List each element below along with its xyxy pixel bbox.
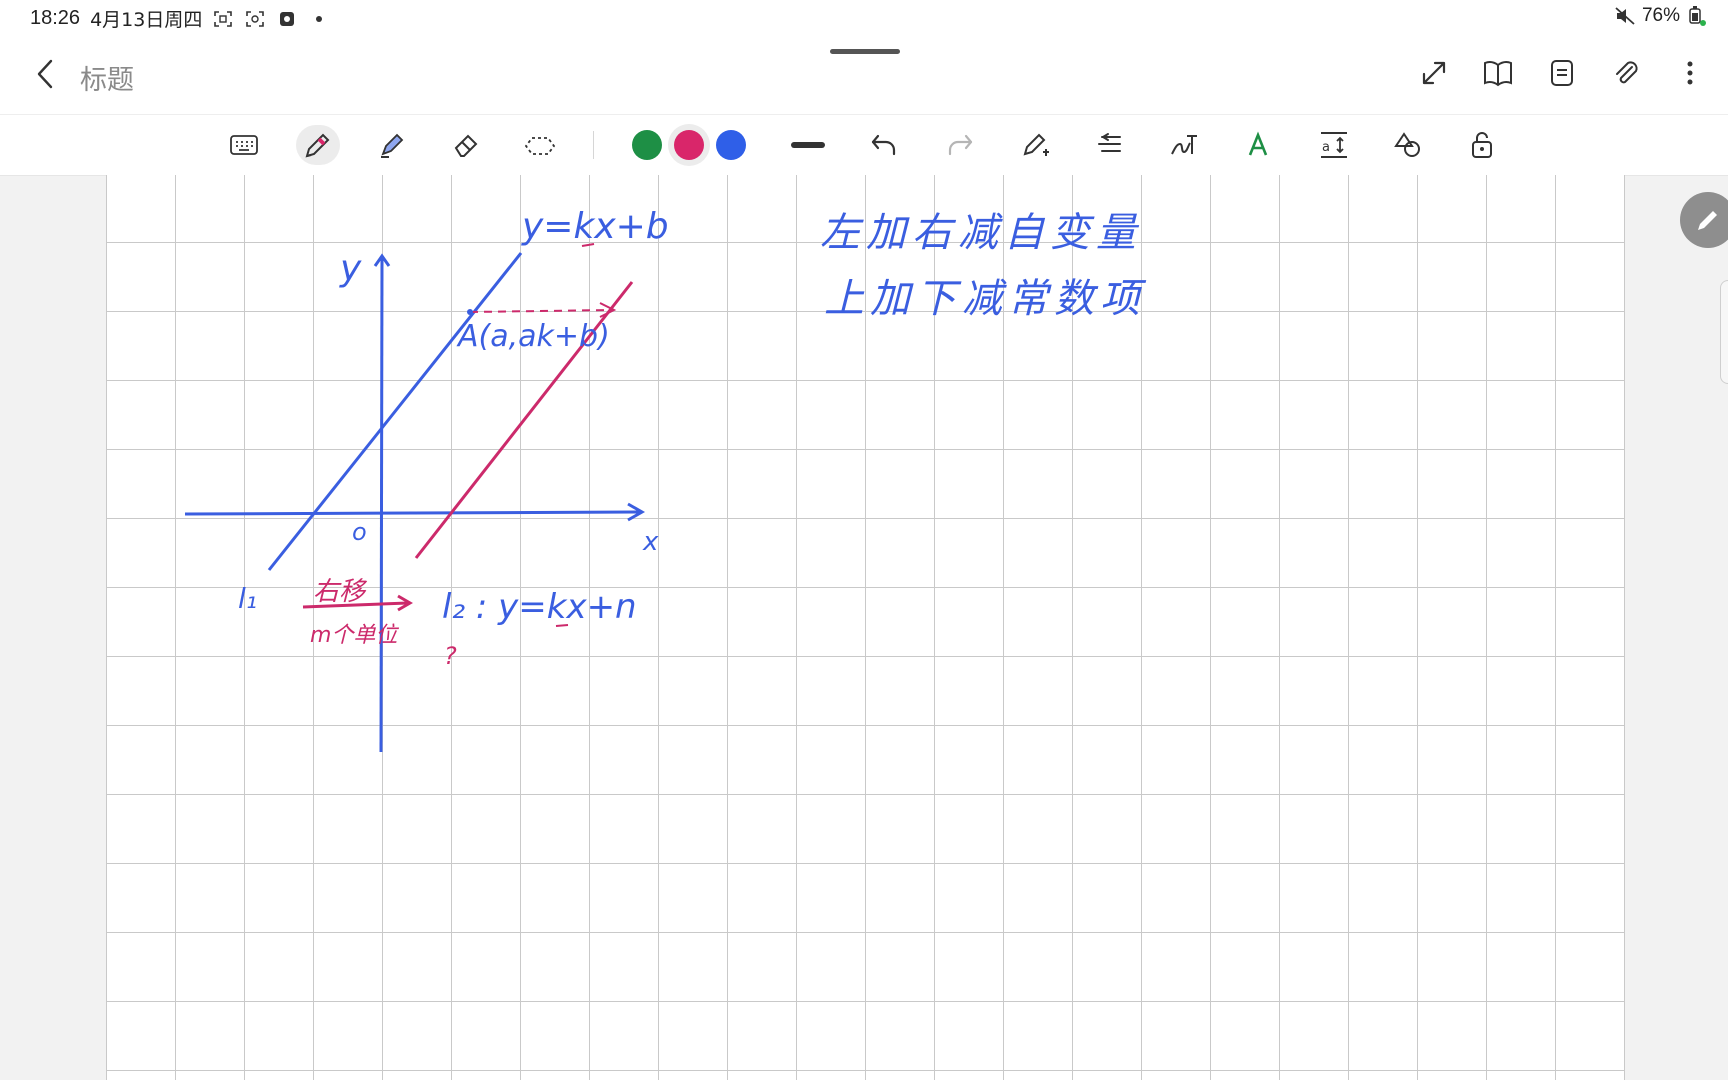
lock-icon — [1472, 132, 1492, 158]
format-button[interactable] — [1088, 125, 1132, 165]
pen-tool-button[interactable] — [296, 125, 340, 165]
pencil-icon — [1698, 211, 1717, 230]
handwriting-button[interactable] — [1162, 125, 1206, 165]
format-icon — [1098, 133, 1121, 152]
lock-button[interactable] — [1461, 125, 1505, 165]
redo-icon — [948, 134, 973, 156]
app-header: 标题 — [0, 36, 1728, 114]
reading-mode-button[interactable] — [1480, 54, 1516, 92]
document-button[interactable] — [1544, 54, 1580, 92]
status-right: 76% — [1614, 5, 1708, 27]
book-icon — [1484, 60, 1512, 87]
attachment-icon — [1616, 61, 1638, 84]
note-line-1: 左加右减自变量 — [820, 210, 1142, 256]
handwriting-icon — [1171, 135, 1197, 155]
lasso-tool-button[interactable] — [518, 125, 562, 165]
more-button[interactable] — [1672, 54, 1708, 92]
color-swatch-pink[interactable] — [674, 130, 704, 160]
pen-icon — [305, 133, 330, 158]
text-style-button[interactable] — [1236, 125, 1280, 165]
note-line-2: 上加下减常数项 — [824, 276, 1146, 322]
chevron-left-icon — [37, 59, 53, 89]
highlighter-icon — [381, 133, 404, 158]
dot-icon — [308, 9, 330, 29]
highlighter-tool-button[interactable] — [370, 125, 414, 165]
note-title[interactable]: 标题 — [80, 58, 134, 97]
drawing-toolbar: a — [0, 114, 1728, 176]
text-size-button[interactable]: a — [1312, 125, 1356, 165]
attachment-button[interactable] — [1608, 54, 1644, 92]
expand-button[interactable] — [1416, 54, 1452, 92]
color-swatch-green[interactable] — [632, 130, 662, 160]
pen-settings-icon — [1023, 133, 1049, 156]
redo-button[interactable] — [938, 125, 982, 165]
side-panel-tab[interactable] — [1720, 280, 1728, 384]
text-style-icon — [1248, 131, 1268, 156]
keyboard-icon — [230, 135, 258, 155]
stroke-width-button[interactable] — [788, 125, 828, 165]
text-size-icon: a — [1321, 132, 1347, 158]
status-date: 4月13日周四 — [90, 9, 203, 31]
scan-icon — [212, 9, 234, 29]
pen-settings-button[interactable] — [1014, 125, 1058, 165]
svg-text:a: a — [1322, 140, 1330, 155]
status-time: 18:26 — [30, 7, 81, 29]
undo-icon — [871, 134, 896, 156]
battery-percent: 76% — [1641, 5, 1680, 26]
shapes-icon — [1394, 132, 1420, 157]
stroke-width-preview — [791, 142, 825, 148]
undo-button[interactable] — [862, 125, 906, 165]
eraser-tool-button[interactable] — [444, 125, 488, 165]
drag-handle[interactable] — [830, 49, 900, 54]
toolbar-divider — [593, 131, 594, 159]
lasso-icon — [524, 137, 556, 155]
scan-icon — [244, 9, 266, 29]
floating-pen-button[interactable] — [1680, 192, 1728, 248]
header-actions — [1416, 54, 1708, 92]
keyboard-button[interactable] — [222, 125, 266, 165]
expand-icon — [1422, 61, 1446, 85]
mute-icon — [1614, 6, 1636, 26]
more-icon — [1687, 61, 1693, 85]
app-icon — [276, 9, 298, 29]
document-icon — [1551, 60, 1573, 86]
battery-icon — [1686, 6, 1708, 26]
eraser-icon — [454, 134, 478, 157]
back-button[interactable] — [30, 56, 60, 92]
color-swatch-blue[interactable] — [716, 130, 746, 160]
status-bar: 18:26 4月13日周四 76% — [0, 0, 1728, 36]
shapes-button[interactable] — [1386, 125, 1430, 165]
status-left: 18:26 4月13日周四 — [30, 5, 330, 32]
